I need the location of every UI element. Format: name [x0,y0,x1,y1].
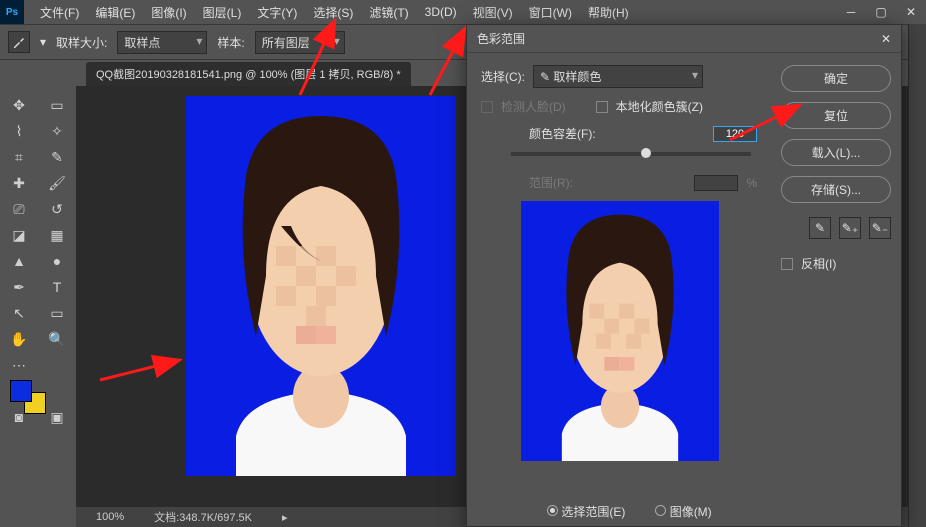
menu-help[interactable]: 帮助(H) [580,0,637,25]
path-tool-icon[interactable]: ↖ [0,300,38,326]
lasso-tool-icon[interactable]: ⌇ [0,118,38,144]
history-brush-tool-icon[interactable]: ↺ [38,196,76,222]
invert-checkbox[interactable] [781,258,793,270]
selection-radio[interactable] [547,505,558,516]
portrait-image [186,96,456,476]
dialog-title: 色彩范围 [477,30,525,47]
gradient-tool-icon[interactable]: ▦ [38,222,76,248]
marquee-tool-icon[interactable]: ▭ [38,92,76,118]
range-input [694,175,738,191]
select-label: 选择(C): [481,68,525,85]
blur-tool-icon[interactable]: ▲ [0,248,38,274]
load-button[interactable]: 载入(L)... [781,139,891,166]
dodge-tool-icon[interactable]: ● [38,248,76,274]
eyedropper-plus-icon[interactable]: ✎₊ [839,217,861,239]
menu-image[interactable]: 图像(I) [143,0,194,25]
sample-label: 样本: [217,34,244,51]
eraser-tool-icon[interactable]: ◪ [0,222,38,248]
localized-checkbox[interactable] [596,101,608,113]
foreground-color-swatch[interactable] [10,380,32,402]
type-tool-icon[interactable]: T [38,274,76,300]
detect-faces-label: 检测人脸(D) [501,98,566,115]
menu-3d[interactable]: 3D(D) [417,1,465,23]
eyedropper-tool-icon[interactable]: ✎ [38,144,76,170]
eyedropper-tool-icon[interactable] [8,31,30,53]
range-unit: % [746,176,757,190]
document-tab[interactable]: QQ截图20190328181541.png @ 100% (图层 1 拷贝, … [86,62,411,86]
app-logo: Ps [0,0,24,24]
detect-faces-checkbox[interactable] [481,101,493,113]
edit-toolbar-icon[interactable]: ⋯ [0,352,38,378]
fuzziness-label: 颜色容差(F): [529,125,596,142]
eyedropper-minus-icon[interactable]: ✎₋ [869,217,891,239]
window-maximize-button[interactable]: ▢ [866,0,896,24]
sample-select[interactable]: 所有图层 [255,31,345,54]
menu-window[interactable]: 窗口(W) [521,0,580,25]
hand-tool-icon[interactable]: ✋ [0,326,38,352]
color-range-dialog: 色彩范围 ✕ 选择(C): ✎ 取样颜色 检测人脸(D) 本地化颜色簇(Z) 颜… [466,24,902,527]
tools-panel: ✥ ▭ ⌇ ✧ ⌗ ✎ ✚ 🖌 ⎚ ↺ ◪ ▦ ▲ ● ✒ T ↖ ▭ ✋ 🔍 … [0,86,76,527]
localized-label: 本地化颜色簇(Z) [616,98,703,115]
stamp-tool-icon[interactable]: ⎚ [0,196,38,222]
crop-tool-icon[interactable]: ⌗ [0,144,38,170]
zoom-level[interactable]: 100% [96,511,124,523]
window-minimize-button[interactable]: ─ [836,0,866,24]
menu-select[interactable]: 选择(S) [305,0,361,25]
image-radio[interactable] [655,505,666,516]
slider-thumb[interactable] [641,148,651,158]
brush-tool-icon[interactable]: 🖌 [38,170,76,196]
pen-tool-icon[interactable]: ✒ [0,274,38,300]
menu-view[interactable]: 视图(V) [465,0,521,25]
fuzziness-input[interactable] [713,126,757,142]
move-tool-icon[interactable]: ✥ [0,92,38,118]
color-swatches[interactable] [0,378,76,422]
healing-tool-icon[interactable]: ✚ [0,170,38,196]
magic-wand-tool-icon[interactable]: ✧ [38,118,76,144]
menu-file[interactable]: 文件(F) [32,0,87,25]
range-label: 范围(R): [529,174,573,191]
eyedropper-icon[interactable]: ✎ [809,217,831,239]
invert-label: 反相(I) [801,255,836,272]
select-dropdown[interactable]: ✎ 取样颜色 [533,65,703,88]
menu-edit[interactable]: 编辑(E) [87,0,143,25]
menu-layer[interactable]: 图层(L) [195,0,250,25]
selection-radio-label: 选择范围(E) [561,505,625,519]
save-button[interactable]: 存储(S)... [781,176,891,203]
shape-tool-icon[interactable]: ▭ [38,300,76,326]
zoom-tool-icon[interactable]: 🔍 [38,326,76,352]
sample-size-label: 取样大小: [56,34,107,51]
preview-image[interactable] [521,201,719,461]
right-panel-dock[interactable] [908,24,926,527]
window-close-button[interactable]: ✕ [896,0,926,24]
menu-filter[interactable]: 滤镜(T) [361,0,416,25]
sample-size-select[interactable]: 取样点 [117,31,207,54]
menu-type[interactable]: 文字(Y) [249,0,305,25]
document-info: 文档:348.7K/697.5K [154,509,252,525]
menu-bar: 文件(F) 编辑(E) 图像(I) 图层(L) 文字(Y) 选择(S) 滤镜(T… [24,0,836,25]
ok-button[interactable]: 确定 [781,65,891,92]
fuzziness-slider[interactable] [511,152,751,156]
reset-button[interactable]: 复位 [781,102,891,129]
image-radio-label: 图像(M) [670,505,712,519]
document-canvas[interactable] [186,96,456,476]
dialog-close-button[interactable]: ✕ [881,32,891,46]
